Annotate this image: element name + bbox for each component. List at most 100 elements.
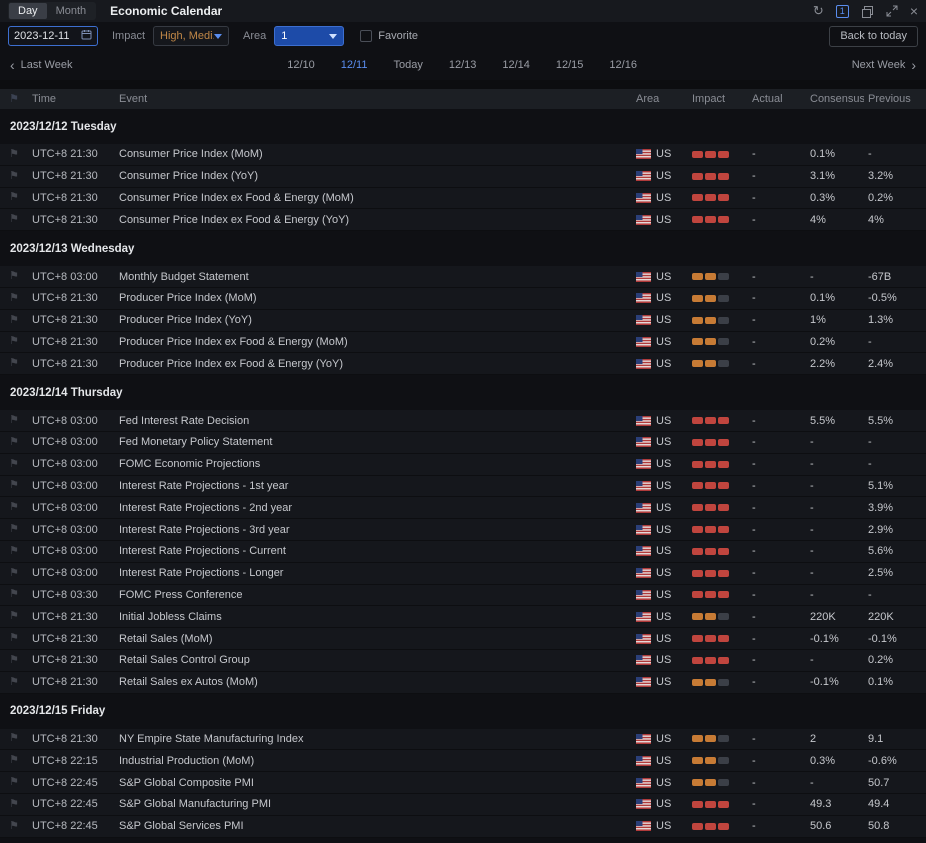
economic-calendar-window: Day Month Economic Calendar ↻ 1 × 2023-1… xyxy=(0,0,926,843)
event-row[interactable]: ⚑ UTC+8 03:00 Interest Rate Projections - … xyxy=(0,475,926,498)
us-flag-icon xyxy=(636,149,651,160)
bookmark-icon[interactable]: ⚑ xyxy=(9,568,19,579)
bookmark-icon[interactable]: ⚑ xyxy=(9,502,19,513)
bookmark-icon[interactable]: ⚑ xyxy=(9,799,19,810)
next-week-button[interactable]: Next Week › xyxy=(852,57,916,73)
event-row[interactable]: ⚑ UTC+8 21:30 Producer Price Index (MoM) US… xyxy=(0,287,926,310)
event-row[interactable]: ⚑ UTC+8 03:00 Interest Rate Projections - … xyxy=(0,562,926,585)
event-row[interactable]: ⚑ UTC+8 21:30 Consumer Price Index ex Food… xyxy=(0,209,926,232)
event-row[interactable]: ⚑ UTC+8 03:30 FOMC Press Conference US - - - xyxy=(0,584,926,607)
bookmark-icon[interactable]: ⚑ xyxy=(9,777,19,788)
event-row[interactable]: ⚑ UTC+8 22:45 S&P Global Composite PMI US - -… xyxy=(0,772,926,794)
event-row[interactable]: ⚑ UTC+8 03:00 Monthly Budget Statement US - -… xyxy=(0,266,926,288)
event-area: US xyxy=(636,458,684,470)
event-row[interactable]: ⚑ UTC+8 22:15 Industrial Production (MoM) U… xyxy=(0,750,926,773)
bookmark-icon[interactable]: ⚑ xyxy=(9,611,19,622)
checkbox-box[interactable] xyxy=(360,30,373,42)
panel-layout-icon[interactable]: 1 xyxy=(835,4,849,18)
week-day-12-10[interactable]: 12/10 xyxy=(287,59,315,71)
bookmark-icon[interactable]: ⚑ xyxy=(9,415,19,426)
bookmark-icon[interactable]: ⚑ xyxy=(9,589,19,600)
bookmark-icon[interactable]: ⚑ xyxy=(9,755,19,766)
col-consensus: Consensus xyxy=(810,93,864,105)
event-row[interactable]: ⚑ UTC+8 21:30 Initial Jobless Claims US - 220… xyxy=(0,606,926,629)
tab-month[interactable]: Month xyxy=(47,3,96,19)
week-day-12-13[interactable]: 12/13 xyxy=(449,59,477,71)
area-code: US xyxy=(656,170,672,183)
event-row[interactable]: ⚑ UTC+8 21:30 Producer Price Index (YoY) US… xyxy=(0,309,926,332)
bookmark-icon[interactable]: ⚑ xyxy=(9,546,19,557)
col-actual: Actual xyxy=(752,93,783,105)
bookmark-icon[interactable]: ⚑ xyxy=(9,171,19,182)
event-row[interactable]: ⚑ UTC+8 21:30 NY Empire State Manufacturin… xyxy=(0,728,926,751)
bookmark-icon[interactable]: ⚑ xyxy=(9,655,19,666)
bookmark-icon[interactable]: ⚑ xyxy=(9,633,19,644)
us-flag-icon xyxy=(636,546,651,557)
event-time: UTC+8 21:30 xyxy=(32,170,98,183)
bookmark-icon[interactable]: ⚑ xyxy=(9,733,19,744)
divider xyxy=(0,80,926,89)
bookmark-icon[interactable]: ⚑ xyxy=(9,214,19,225)
bookmark-icon[interactable]: ⚑ xyxy=(9,336,19,347)
bookmark-icon[interactable]: ⚑ xyxy=(9,437,19,448)
bookmark-icon[interactable]: ⚑ xyxy=(9,315,19,326)
impact-indicator xyxy=(692,273,744,281)
last-week-button[interactable]: ‹ Last Week xyxy=(10,57,72,73)
bookmark-icon[interactable]: ⚑ xyxy=(9,149,19,160)
bookmark-icon[interactable]: ⚑ xyxy=(9,192,19,203)
bookmark-icon[interactable]: ⚑ xyxy=(9,677,19,688)
event-name: Initial Jobless Claims xyxy=(119,610,222,623)
week-day-today[interactable]: Today xyxy=(393,59,422,71)
back-to-today-button[interactable]: Back to today xyxy=(829,25,918,47)
event-name: Industrial Production (MoM) xyxy=(119,754,255,767)
impact-dropdown[interactable]: High, Medi... xyxy=(153,26,230,46)
event-row[interactable]: ⚑ UTC+8 21:30 Retail Sales ex Autos (MoM) U… xyxy=(0,671,926,694)
bookmark-icon[interactable]: ⚑ xyxy=(9,271,19,282)
consensus-value: -0.1% xyxy=(810,632,839,645)
event-name: Fed Interest Rate Decision xyxy=(119,414,250,427)
event-row[interactable]: ⚑ UTC+8 21:30 Producer Price Index ex Food… xyxy=(0,353,926,376)
bookmark-icon[interactable]: ⚑ xyxy=(9,524,19,535)
event-row[interactable]: ⚑ UTC+8 03:00 Interest Rate Projections - … xyxy=(0,497,926,520)
bookmark-icon[interactable]: ⚑ xyxy=(9,358,19,369)
actual-value: - xyxy=(752,776,756,789)
close-icon[interactable]: × xyxy=(910,3,918,19)
event-row[interactable]: ⚑ UTC+8 21:30 Retail Sales (MoM) US - -0.1% -0… xyxy=(0,628,926,650)
favorite-checkbox[interactable]: Favorite xyxy=(360,30,418,42)
us-flag-icon xyxy=(636,480,651,491)
event-row[interactable]: ⚑ UTC+8 22:45 S&P Global Services PMI US - 50… xyxy=(0,815,926,838)
event-row[interactable]: ⚑ UTC+8 03:00 Fed Monetary Policy Statemen… xyxy=(0,431,926,454)
bookmark-icon[interactable]: ⚑ xyxy=(9,459,19,470)
event-row[interactable]: ⚑ UTC+8 03:00 Interest Rate Projections - … xyxy=(0,519,926,541)
area-code: US xyxy=(656,292,672,305)
tab-day[interactable]: Day xyxy=(9,3,47,19)
event-row[interactable]: ⚑ UTC+8 22:45 S&P Global Manufacturing PMI… xyxy=(0,793,926,816)
refresh-icon[interactable]: ↻ xyxy=(813,3,824,19)
event-row[interactable]: ⚑ UTC+8 03:00 FOMC Economic Projections US -… xyxy=(0,453,926,476)
expand-icon[interactable] xyxy=(886,5,898,17)
event-row[interactable]: ⚑ UTC+8 21:30 Consumer Price Index ex Food… xyxy=(0,187,926,210)
col-area: Area xyxy=(636,93,660,105)
week-day-12-15[interactable]: 12/15 xyxy=(556,59,584,71)
event-time: UTC+8 21:30 xyxy=(32,676,98,689)
area-dropdown[interactable]: 1 xyxy=(274,26,345,46)
popout-window-icon[interactable] xyxy=(861,5,874,18)
event-row[interactable]: ⚑ UTC+8 21:30 Consumer Price Index (MoM) US… xyxy=(0,144,926,166)
event-row[interactable]: ⚑ UTC+8 21:30 Producer Price Index ex Food… xyxy=(0,331,926,354)
week-day-12-16[interactable]: 12/16 xyxy=(609,59,637,71)
week-day-12-11[interactable]: 12/11 xyxy=(341,59,368,71)
event-row[interactable]: ⚑ UTC+8 03:00 Interest Rate Projections - … xyxy=(0,540,926,563)
impact-indicator xyxy=(692,656,744,664)
bookmark-icon[interactable]: ⚑ xyxy=(9,821,19,832)
event-row[interactable]: ⚑ UTC+8 03:00 Fed Interest Rate Decision US… xyxy=(0,410,926,432)
date-picker[interactable]: 2023-12-11 xyxy=(8,26,98,46)
impact-indicator xyxy=(692,569,744,577)
event-row[interactable]: ⚑ UTC+8 21:30 Consumer Price Index (YoY) US… xyxy=(0,165,926,188)
week-day-12-14[interactable]: 12/14 xyxy=(502,59,530,71)
us-flag-icon xyxy=(636,589,651,600)
impact-indicator xyxy=(692,678,744,686)
event-row[interactable]: ⚑ UTC+8 21:30 Retail Sales Control Group US… xyxy=(0,649,926,672)
bookmark-icon[interactable]: ⚑ xyxy=(9,480,19,491)
impact-indicator xyxy=(692,194,744,202)
bookmark-icon[interactable]: ⚑ xyxy=(9,293,19,304)
